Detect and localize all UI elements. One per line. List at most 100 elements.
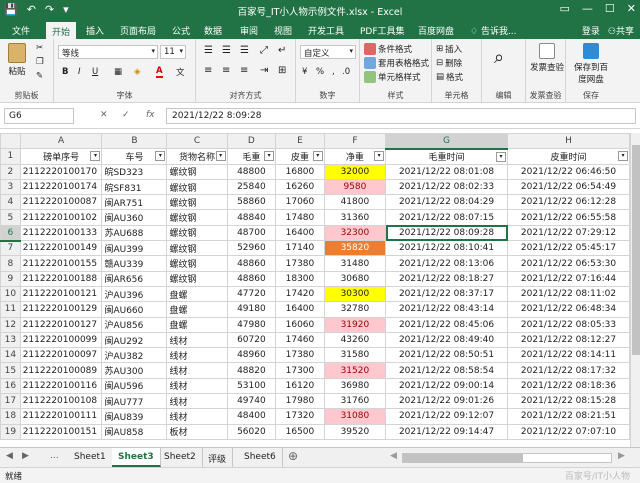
cell[interactable]: 2021/12/22 09:14:47 bbox=[385, 423, 508, 440]
cell[interactable]: 16800 bbox=[275, 163, 325, 180]
share-button[interactable]: ⚇共享 bbox=[608, 24, 634, 37]
sheet-tab-sheet1[interactable]: Sheet1 bbox=[68, 448, 113, 467]
cell-style-button[interactable]: 单元格样式 bbox=[364, 71, 421, 83]
cell[interactable]: 螺纹钢 bbox=[166, 163, 228, 180]
text-effect-button[interactable]: 文 bbox=[176, 66, 185, 78]
filter-dropdown-icon[interactable]: ▾ bbox=[215, 151, 226, 162]
cell[interactable]: 48820 bbox=[226, 362, 277, 379]
sheet-tab-sheet6[interactable]: Sheet6 bbox=[238, 448, 283, 467]
column-header-e[interactable]: E bbox=[275, 133, 325, 150]
cell[interactable]: 闽AR751 bbox=[101, 194, 168, 211]
cut-button[interactable]: ✂ bbox=[36, 43, 43, 53]
column-title-cell[interactable]: 毛重 ▾ bbox=[226, 148, 277, 165]
cell[interactable]: 31480 bbox=[323, 255, 387, 272]
cell[interactable]: 32300 bbox=[323, 224, 387, 242]
cell[interactable]: 线材 bbox=[166, 377, 228, 395]
cell[interactable]: 17300 bbox=[275, 362, 325, 379]
cell[interactable]: 17980 bbox=[275, 393, 325, 410]
cell[interactable]: 2021/12/22 08:37:17 bbox=[385, 285, 508, 303]
cell[interactable]: 48700 bbox=[226, 224, 277, 242]
row-header[interactable]: 2 bbox=[0, 163, 21, 180]
cell[interactable]: 2112220100097 bbox=[19, 347, 103, 364]
cell[interactable]: 31580 bbox=[323, 347, 387, 364]
cell[interactable]: 板材 bbox=[166, 423, 228, 440]
row-header[interactable]: 17 bbox=[0, 393, 21, 410]
cell[interactable]: 16060 bbox=[275, 316, 325, 333]
insert-cells-button[interactable]: ⊞ 插入 bbox=[436, 43, 462, 55]
cell[interactable]: 30300 bbox=[323, 285, 387, 303]
align-top-icon[interactable]: ☰ bbox=[204, 45, 213, 56]
column-header-h[interactable]: H bbox=[507, 133, 630, 150]
cell[interactable]: 闽AU360 bbox=[101, 209, 168, 226]
cell[interactable]: 48960 bbox=[226, 347, 277, 364]
cell[interactable]: 53100 bbox=[226, 377, 277, 395]
filter-dropdown-icon[interactable]: ▾ bbox=[90, 151, 101, 162]
cell[interactable]: 2021/12/22 08:18:27 bbox=[385, 270, 508, 287]
cell[interactable]: 31360 bbox=[323, 209, 387, 226]
orientation-icon[interactable]: ⤢ bbox=[260, 45, 268, 56]
cell[interactable]: 2021/12/22 07:16:44 bbox=[507, 270, 630, 287]
cell[interactable]: 48860 bbox=[226, 255, 277, 272]
cell[interactable]: 48800 bbox=[226, 163, 277, 180]
cell[interactable]: 2112220100170 bbox=[19, 163, 103, 180]
cell[interactable]: 48840 bbox=[226, 209, 277, 226]
tab-formulas[interactable]: 公式 bbox=[172, 24, 190, 37]
cell[interactable]: 17460 bbox=[275, 331, 325, 349]
cell[interactable]: 闽AU839 bbox=[101, 408, 168, 425]
tab-baidu-pan[interactable]: 百度网盘 bbox=[418, 24, 454, 37]
row-header[interactable]: 1 bbox=[0, 148, 21, 165]
cell[interactable]: 9580 bbox=[323, 178, 387, 196]
column-title-cell[interactable]: 车号 ▾ bbox=[101, 148, 168, 165]
cell[interactable]: 16500 bbox=[275, 423, 325, 440]
cell[interactable]: 螺纹钢 bbox=[166, 240, 228, 257]
column-header-g[interactable]: G bbox=[385, 133, 508, 150]
cell[interactable]: 2021/12/22 08:07:15 bbox=[385, 209, 508, 226]
next-sheet-icon[interactable]: ▶ bbox=[22, 451, 29, 461]
italic-button[interactable]: I bbox=[78, 67, 81, 77]
row-header[interactable]: 5 bbox=[0, 209, 21, 226]
cell[interactable]: 32780 bbox=[323, 301, 387, 318]
cell[interactable]: 35820 bbox=[323, 240, 387, 257]
confirm-icon[interactable]: ✓ bbox=[122, 110, 130, 120]
horizontal-scrollbar[interactable] bbox=[402, 453, 612, 463]
name-box[interactable]: G6 bbox=[4, 108, 74, 124]
cell[interactable]: 2021/12/22 08:10:41 bbox=[385, 240, 508, 257]
column-header-d[interactable]: D bbox=[226, 133, 277, 150]
cell[interactable]: 2021/12/22 06:55:58 bbox=[507, 209, 630, 226]
cell[interactable]: 螺纹钢 bbox=[166, 178, 228, 196]
cell[interactable]: 线材 bbox=[166, 331, 228, 349]
column-header-c[interactable]: C bbox=[166, 133, 228, 150]
cell[interactable]: 30680 bbox=[323, 270, 387, 287]
cell[interactable]: 16400 bbox=[275, 224, 325, 242]
column-title-cell[interactable]: 磅单序号 ▾ bbox=[19, 148, 103, 165]
login-button[interactable]: 登录 bbox=[582, 24, 600, 37]
cell[interactable]: 16260 bbox=[275, 178, 325, 196]
cell[interactable]: 线材 bbox=[166, 408, 228, 425]
cell[interactable]: 皖SF831 bbox=[101, 178, 168, 196]
cell[interactable]: 52960 bbox=[226, 240, 277, 257]
cell[interactable]: 2021/12/22 05:45:17 bbox=[507, 240, 630, 257]
cell[interactable]: 32000 bbox=[323, 163, 387, 180]
sheet-tab-sheet3[interactable]: Sheet3 bbox=[112, 448, 161, 467]
cell[interactable]: 盘螺 bbox=[166, 301, 228, 318]
cell[interactable]: 2021/12/22 08:50:51 bbox=[385, 347, 508, 364]
filter-dropdown-icon[interactable]: ▾ bbox=[264, 151, 275, 162]
cell[interactable]: 17380 bbox=[275, 347, 325, 364]
cell[interactable]: 2112220100089 bbox=[19, 362, 103, 379]
cell[interactable]: 17060 bbox=[275, 194, 325, 211]
cell[interactable]: 17420 bbox=[275, 285, 325, 303]
cell[interactable]: 2021/12/22 07:29:12 bbox=[507, 224, 630, 242]
invoice-check-button[interactable]: 发票查验 bbox=[530, 43, 564, 73]
cell[interactable]: 31760 bbox=[323, 393, 387, 410]
cell[interactable]: 36980 bbox=[323, 377, 387, 395]
cell[interactable]: 盘螺 bbox=[166, 285, 228, 303]
cell[interactable]: 苏AU300 bbox=[101, 362, 168, 379]
border-button[interactable]: ▦ bbox=[114, 67, 122, 77]
tab-pdf-tools[interactable]: PDF工具集 bbox=[360, 24, 405, 37]
cell[interactable]: 17320 bbox=[275, 408, 325, 425]
cell[interactable]: 螺纹钢 bbox=[166, 224, 228, 242]
cell[interactable]: 2112220100127 bbox=[19, 316, 103, 333]
more-sheets[interactable]: ... bbox=[50, 451, 59, 461]
hscroll-right-icon[interactable]: ▶ bbox=[618, 451, 625, 461]
row-header[interactable]: 18 bbox=[0, 408, 21, 425]
